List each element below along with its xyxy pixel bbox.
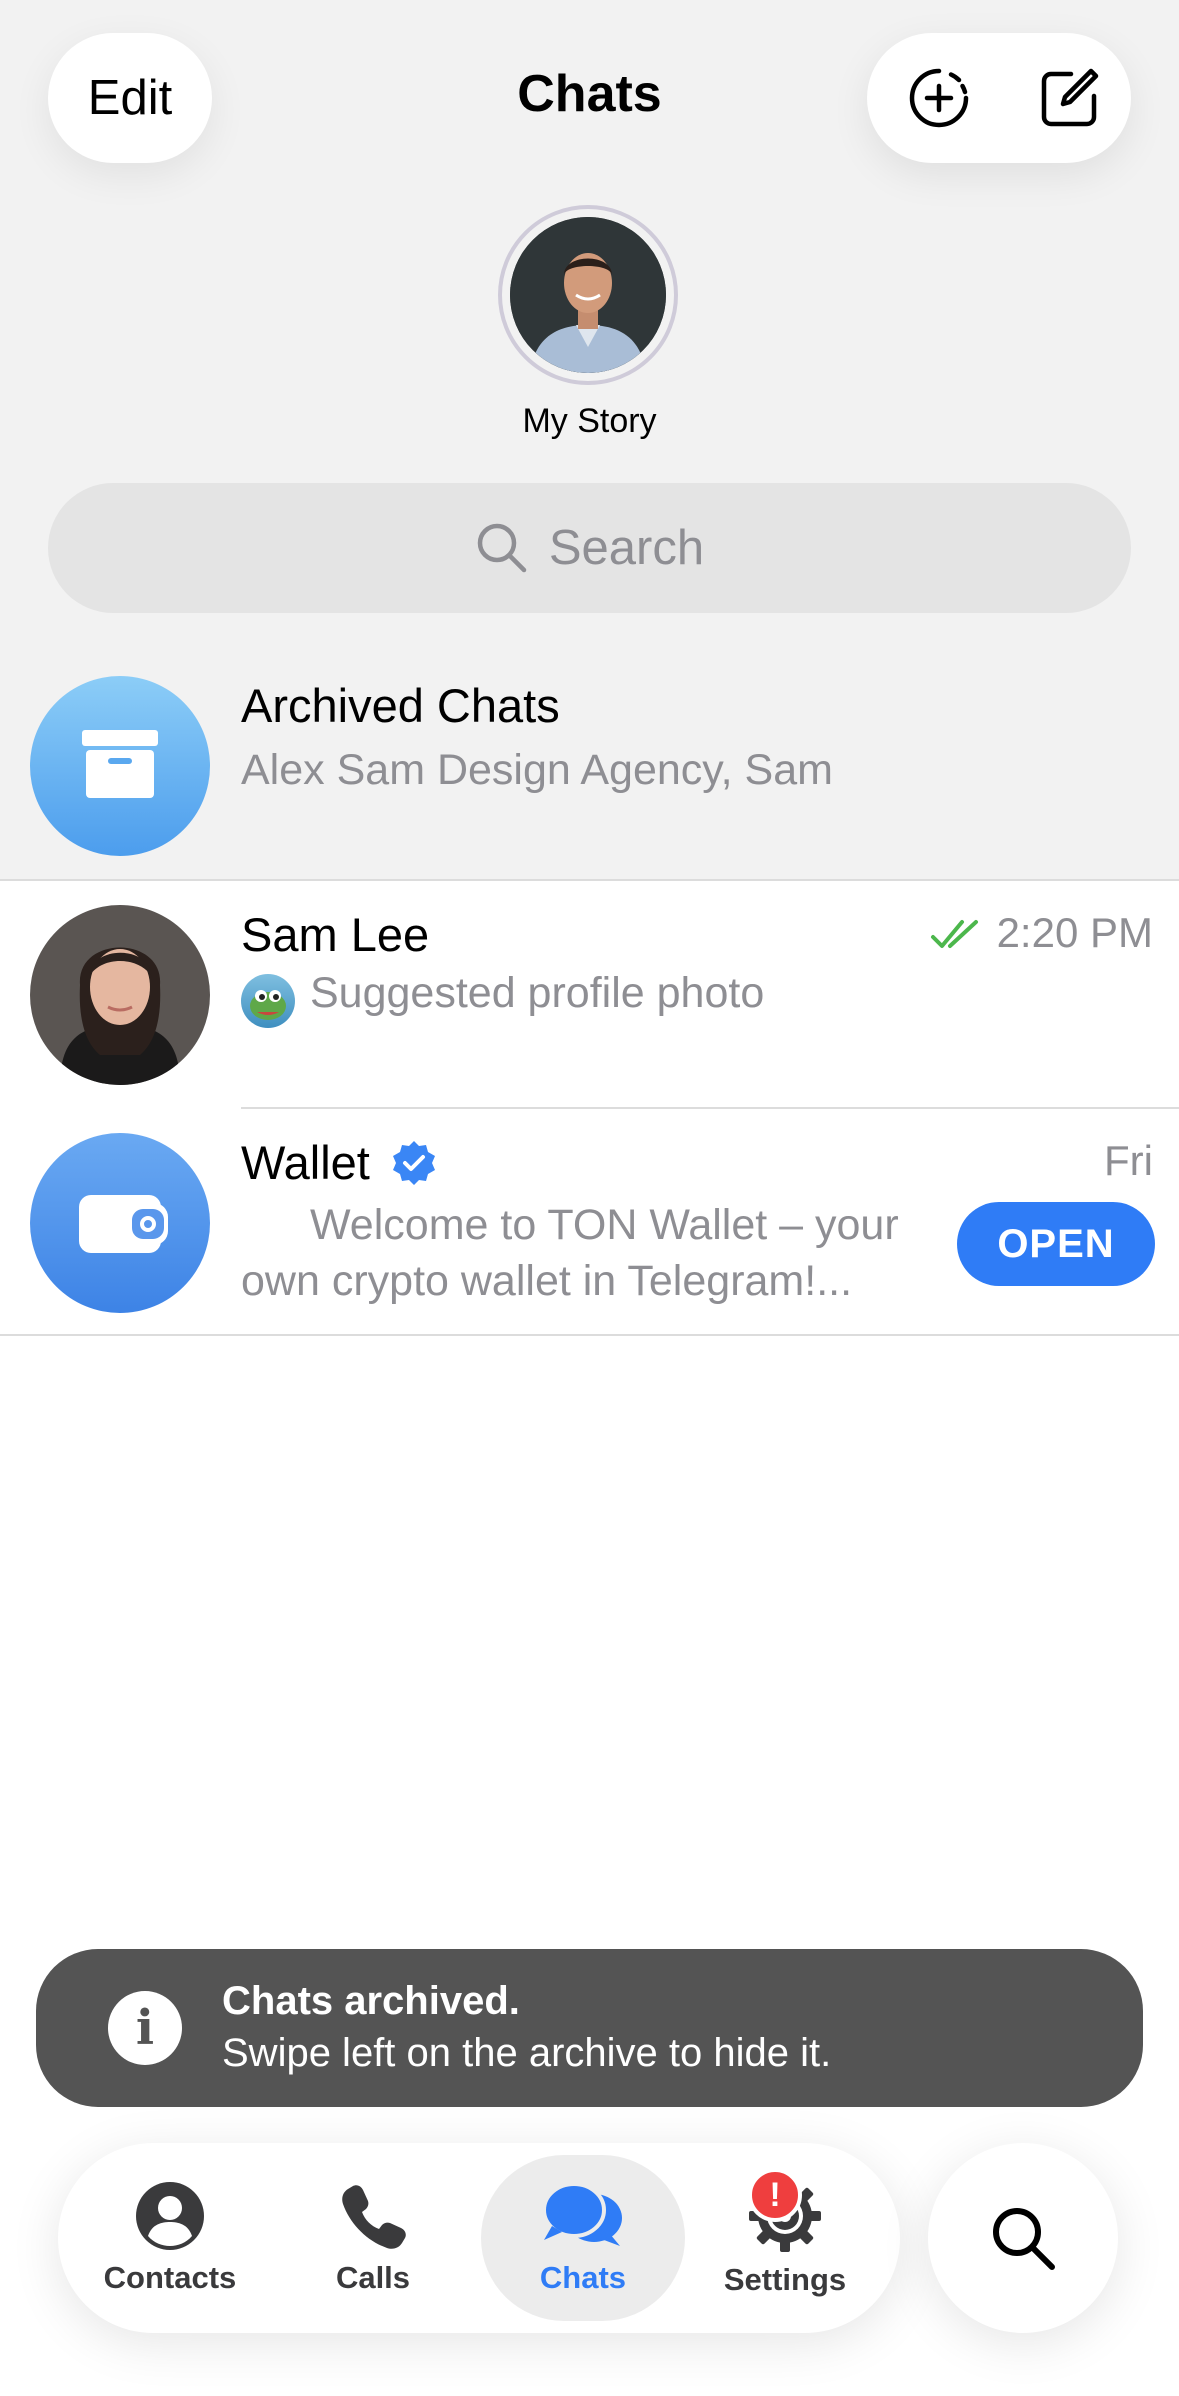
tab-contacts[interactable]: Contacts (70, 2143, 270, 2333)
toast-body: Swipe left on the archive to hide it. (222, 2031, 832, 2075)
search-button[interactable] (928, 2143, 1118, 2333)
my-story-label: My Story (522, 402, 657, 440)
search-icon (993, 2208, 1055, 2270)
tab-calls[interactable]: Calls (273, 2143, 473, 2333)
info-icon: i (108, 1991, 182, 2065)
header-actions (867, 33, 1131, 163)
archived-chats-row[interactable]: Archived Chats Alex Sam Design Agency, S… (0, 660, 1179, 880)
chat-name: Sam Lee (241, 908, 430, 961)
tab-label: Calls (335, 2260, 411, 2295)
suggested-photo-thumb (241, 974, 295, 1028)
avatar (30, 905, 210, 1085)
chat-preview-line2: own crypto wallet in Telegram!... (241, 1257, 853, 1305)
archived-title: Archived Chats (241, 679, 560, 732)
chat-row-sam-lee[interactable]: Sam Lee 2:20 PM Suggested profile photo (0, 881, 1179, 1107)
toast-title: Chats archived. (222, 1979, 520, 2023)
verified-badge-icon (393, 1141, 435, 1185)
archived-toast: i Chats archived. Swipe left on the arch… (36, 1949, 1143, 2107)
open-wallet-button[interactable]: OPEN (957, 1202, 1155, 1286)
tab-label: Contacts (103, 2260, 237, 2295)
chat-bubbles-icon (542, 2182, 622, 2246)
person-icon (136, 2182, 204, 2250)
chat-time: 2:20 PM (996, 909, 1153, 956)
chat-preview-line1: Welcome to TON Wallet – your (310, 1201, 899, 1249)
wallet-avatar (30, 1133, 210, 1313)
search-icon (477, 523, 527, 573)
tab-label: Chats (539, 2260, 627, 2295)
tab-chats[interactable]: Chats (483, 2143, 683, 2333)
chat-name: Wallet (241, 1136, 370, 1189)
chat-time: Fri (1104, 1137, 1153, 1184)
double-check-icon (931, 920, 978, 948)
add-story-button[interactable] (899, 58, 979, 138)
archived-subtitle: Alex Sam Design Agency, Sam (241, 746, 833, 794)
wallet-icon (79, 1195, 168, 1253)
archive-box-icon (82, 730, 158, 798)
divider (0, 1334, 1179, 1336)
compose-button[interactable] (1029, 58, 1109, 138)
compose-icon (1041, 68, 1099, 127)
search-placeholder: Search (548, 521, 705, 575)
my-story-ring[interactable] (498, 205, 678, 385)
chat-preview: Suggested profile photo (310, 969, 765, 1017)
circle-plus-dashed-icon (909, 68, 969, 128)
tab-label: Settings (723, 2262, 847, 2297)
my-story-avatar (510, 217, 666, 373)
search-field[interactable]: Search (48, 483, 1131, 613)
phone-icon (342, 2185, 406, 2249)
settings-badge: ! (748, 2168, 802, 2222)
archive-avatar (30, 676, 210, 856)
